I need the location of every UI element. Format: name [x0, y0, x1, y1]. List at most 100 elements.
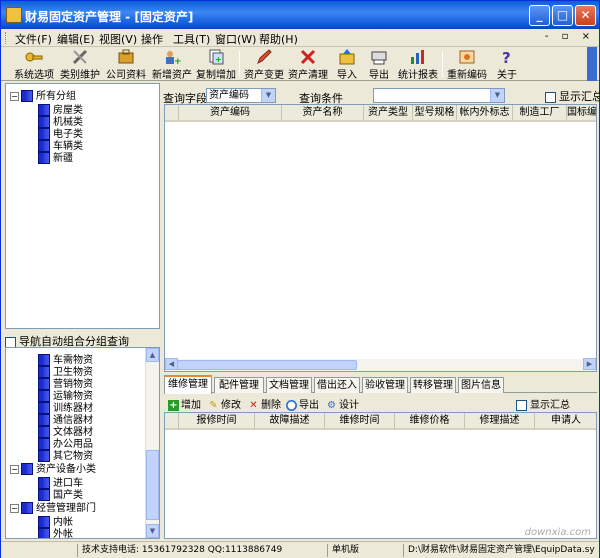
menu-edit[interactable]: 编辑(E) — [57, 31, 95, 47]
query-field-select[interactable]: 资产编码 ▼ — [206, 88, 276, 103]
toolbar-overflow[interactable] — [587, 47, 597, 81]
column-header[interactable]: 维修时间 — [325, 413, 395, 430]
detail-delete-button[interactable]: ✕ 删除 — [248, 396, 281, 412]
tab-transfer[interactable]: 转移管理 — [410, 377, 456, 393]
column-header[interactable]: 修理描述 — [465, 413, 535, 430]
query-condition-select[interactable]: ▼ — [373, 88, 505, 103]
tab-acceptance[interactable]: 验收管理 — [362, 377, 408, 393]
tree-group[interactable]: − 经营管理部门 — [10, 499, 96, 514]
menu-window[interactable]: 窗口(W) — [215, 31, 256, 47]
scroll-up-icon[interactable]: ▲ — [146, 348, 159, 362]
column-header[interactable]: 申请人 — [535, 413, 596, 430]
column-header[interactable]: 帐内外标志 — [457, 105, 513, 122]
close-button[interactable]: ✕ — [575, 5, 596, 26]
scroll-thumb[interactable] — [177, 360, 357, 370]
menu-operate[interactable]: 操作 — [141, 31, 163, 47]
toolbar: 系统选项 类别维护 公司资料 + 新增资产 + 复制增加 资产变更 资产清理 导… — [1, 47, 599, 81]
tree-root[interactable]: − 所有分组 — [10, 87, 76, 102]
menu-tools[interactable]: 工具(T) — [173, 31, 210, 47]
category-tree[interactable]: 车需物资 卫生物资 营销物资 运输物资 训练器材 通信器材 文体器材 办公用品 … — [5, 347, 160, 539]
asset-change-button[interactable]: 资产变更 — [243, 49, 285, 81]
detail-show-summary-label: 显示汇总 — [530, 400, 570, 411]
recode-button[interactable]: 重新编码 — [446, 49, 488, 81]
chevron-down-icon[interactable]: ▼ — [490, 89, 504, 102]
column-header[interactable]: 制造工厂 — [513, 105, 567, 122]
import-button[interactable]: 导入 — [333, 49, 361, 81]
detail-edit-button[interactable]: ✎ 修改 — [208, 396, 241, 412]
column-header[interactable]: 故障描述 — [255, 413, 325, 430]
scroll-down-icon[interactable]: ▼ — [146, 524, 159, 538]
scroll-thumb[interactable] — [146, 450, 159, 520]
tree-item[interactable]: 新疆 — [38, 149, 73, 164]
menu-view[interactable]: 视图(V) — [99, 31, 137, 47]
chevron-down-icon[interactable]: ▼ — [261, 89, 275, 102]
recode-icon — [459, 50, 475, 64]
tab-repair[interactable]: 维修管理 — [164, 375, 212, 394]
detail-export-button[interactable]: ● 导出 — [286, 396, 319, 411]
title-bar[interactable]: 财易固定资产管理 - [固定资产] _ □ ✕ — [1, 1, 599, 29]
export-button[interactable]: 导出 — [365, 49, 393, 81]
column-header[interactable] — [165, 413, 179, 430]
add-asset-button[interactable]: + 新增资产 — [151, 49, 193, 81]
nav-auto-query-checkbox[interactable]: 导航自动组合分组查询 — [5, 333, 160, 348]
globe-icon: ● — [286, 399, 297, 411]
minimize-button[interactable]: _ — [529, 5, 550, 26]
query-bar: 查询字段 资产编码 ▼ 查询条件 ▼ 显示汇总 — [163, 88, 600, 105]
column-header[interactable] — [165, 105, 179, 122]
asset-grid[interactable]: 资产编码 资产名称 资产类型 型号规格 帐内外标志 制造工厂 国标编 ◀ ▶ — [164, 104, 597, 372]
watermark: downxia.com — [524, 527, 591, 538]
query-field-value: 资产编码 — [209, 90, 249, 101]
tree-item-label: 新疆 — [53, 153, 73, 164]
column-header[interactable]: 资产名称 — [282, 105, 364, 122]
column-header[interactable]: 资产类型 — [364, 105, 413, 122]
checkbox-box[interactable] — [545, 91, 556, 103]
show-summary-checkbox[interactable]: 显示汇总 — [545, 88, 600, 104]
detail-design-label: 设计 — [339, 400, 359, 411]
detail-add-label: 增加 — [181, 400, 201, 411]
stat-report-button[interactable]: 统计报表 — [397, 49, 439, 81]
detail-design-button[interactable]: ⚙ 设计 — [326, 396, 359, 412]
show-summary-label: 显示汇总 — [559, 90, 600, 103]
checkbox-box[interactable] — [516, 399, 527, 411]
column-header[interactable]: 型号规格 — [413, 105, 457, 122]
status-support: 技术支持电话: 15361792328 QQ:1113886749 — [77, 544, 325, 557]
category-maintain-button[interactable]: 类别维护 — [59, 49, 101, 81]
tree-item[interactable]: 外帐 — [38, 525, 73, 538]
menu-help[interactable]: 帮助(H) — [259, 31, 298, 47]
tab-parts[interactable]: 配件管理 — [214, 377, 264, 393]
column-header[interactable]: 国标编 — [567, 105, 596, 122]
mdi-controls[interactable]: - ▫ × — [545, 31, 595, 42]
column-header[interactable]: 维修价格 — [395, 413, 465, 430]
about-label: 关于 — [497, 70, 517, 81]
column-header[interactable]: 资产编码 — [179, 105, 282, 122]
menu-file[interactable]: 文件(F) — [15, 31, 52, 47]
scroll-right-icon[interactable]: ▶ — [583, 358, 596, 370]
company-info-button[interactable]: 公司资料 — [105, 49, 147, 81]
maximize-button[interactable]: □ — [552, 5, 573, 26]
collapse-icon[interactable]: − — [10, 464, 19, 474]
status-bar: 技术支持电话: 15361792328 QQ:1113886749 单机版 D:… — [1, 541, 599, 558]
tree-group[interactable]: − 资产设备小类 — [10, 460, 96, 475]
book-icon — [38, 528, 50, 538]
plus-icon: + — [168, 399, 179, 411]
system-options-button[interactable]: 系统选项 — [13, 49, 55, 81]
detail-edit-label: 修改 — [221, 400, 241, 411]
import-icon — [339, 49, 355, 65]
column-header[interactable]: 报修时间 — [179, 413, 255, 430]
copy-add-button[interactable]: + 复制增加 — [195, 49, 237, 81]
checkbox-box[interactable] — [5, 336, 16, 348]
repair-grid[interactable]: 报修时间 故障描述 维修时间 维修价格 修理描述 申请人 — [164, 412, 597, 539]
app-window: 财易固定资产管理 - [固定资产] _ □ ✕ 文件(F) 编辑(E) 视图(V… — [0, 0, 600, 558]
group-tree[interactable]: − 所有分组 房屋类 机械类 电子类 车辆类 新疆 — [5, 83, 160, 329]
collapse-icon[interactable]: − — [10, 91, 19, 101]
detail-show-summary-checkbox[interactable]: 显示汇总 — [516, 396, 570, 411]
detail-add-button[interactable]: + 增加 — [168, 396, 201, 411]
tab-documents[interactable]: 文档管理 — [266, 377, 312, 393]
collapse-icon[interactable]: − — [10, 503, 19, 513]
tab-lend-return[interactable]: 借出还入 — [314, 377, 360, 393]
tree-scrollbar[interactable]: ▲ ▼ — [145, 348, 159, 538]
tab-pictures[interactable]: 图片信息 — [458, 377, 504, 393]
asset-clear-button[interactable]: 资产清理 — [287, 49, 329, 81]
about-button[interactable]: ? 关于 — [493, 49, 521, 81]
grid-hscrollbar[interactable]: ◀ ▶ — [165, 358, 596, 371]
